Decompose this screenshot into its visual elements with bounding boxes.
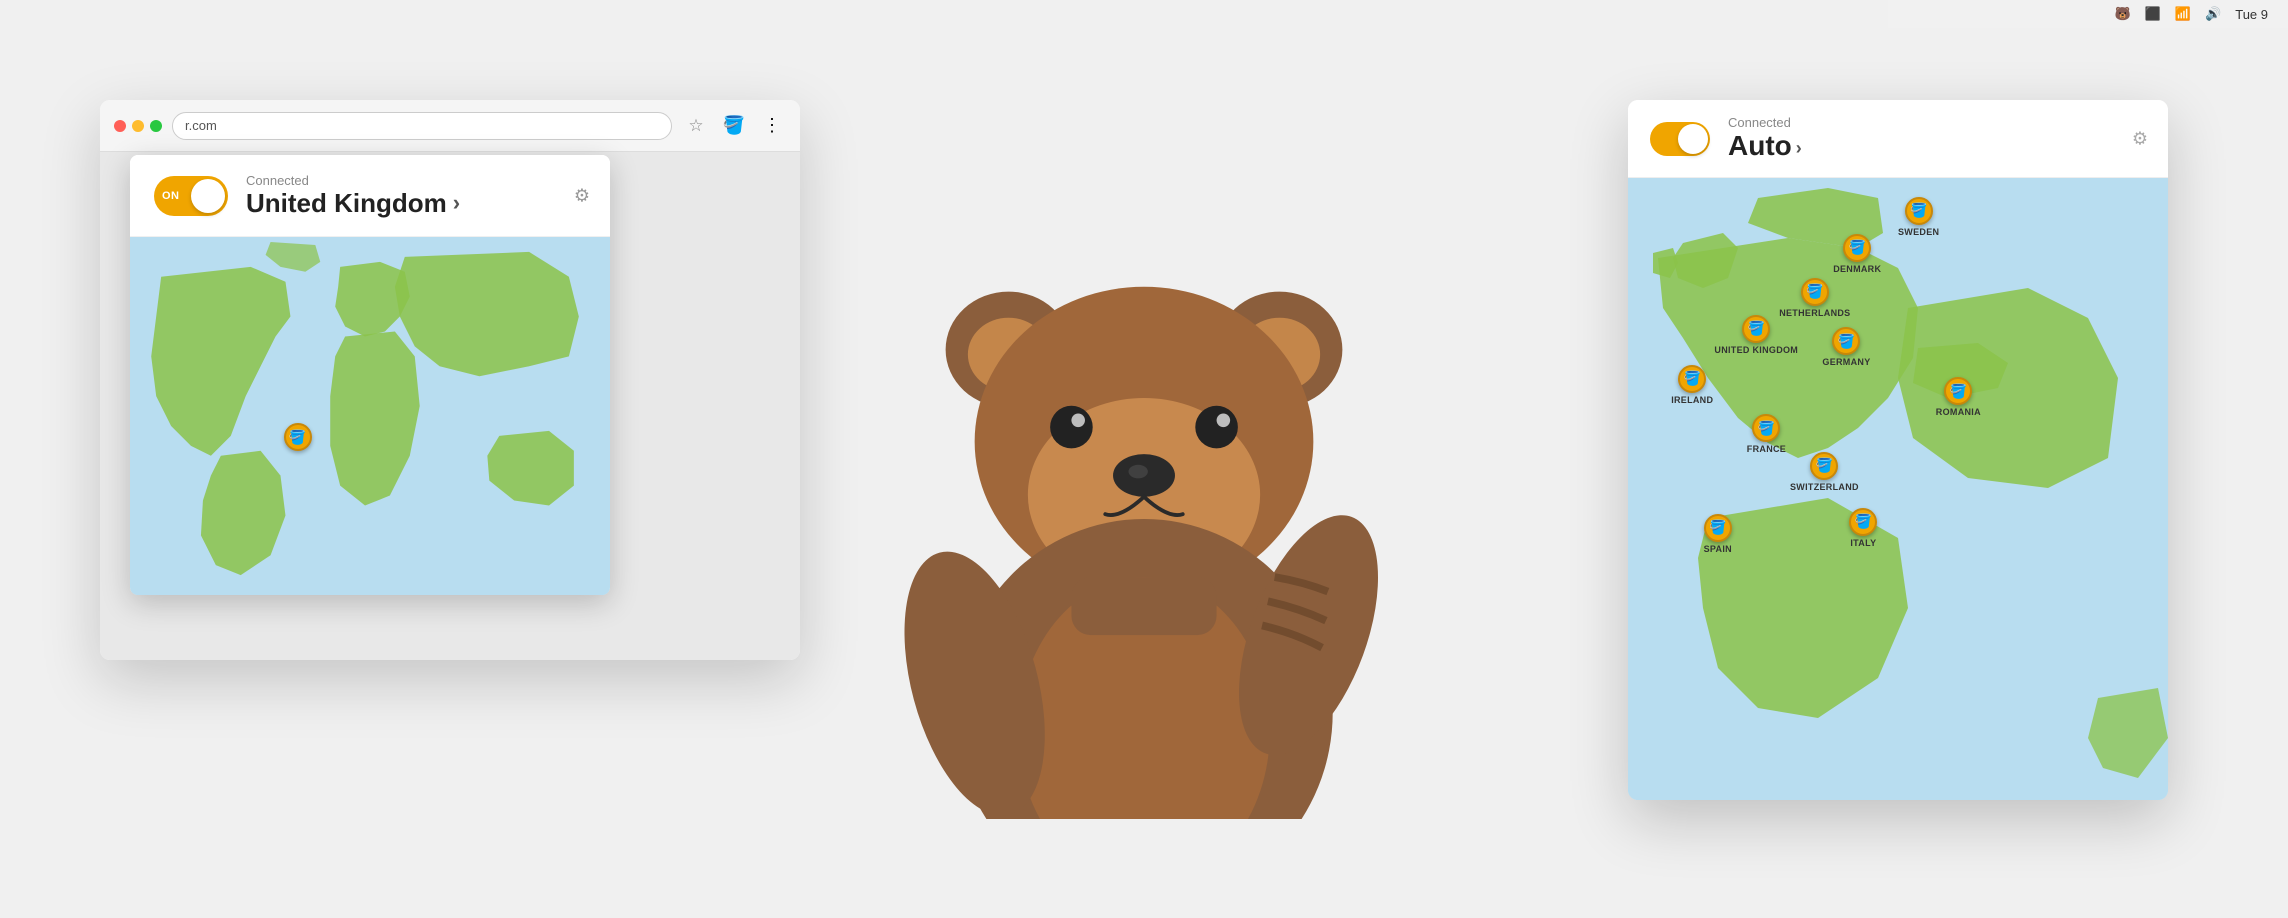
italy-pin-icon: 🪣 [1849, 508, 1877, 536]
spain-label: SPAIN [1704, 544, 1732, 554]
url-bar[interactable]: r.com [172, 112, 672, 140]
map-pin-spain: 🪣 SPAIN [1704, 514, 1732, 554]
airplay-icon: ⬛ [2145, 6, 2161, 22]
map-pin-germany: 🪣 GERMANY [1822, 327, 1870, 367]
tray-status: Connected Auto › [1728, 115, 1802, 162]
bear-illustration [894, 219, 1394, 819]
window-controls [114, 120, 162, 132]
tray-header: Connected Auto › ⚙ [1628, 100, 2168, 178]
vpn-toggle[interactable]: ON [154, 176, 228, 216]
france-pin-icon: 🪣 [1752, 414, 1780, 442]
bear-mascot [894, 219, 1394, 819]
clock: Tue 9 [2235, 7, 2268, 22]
vpn-status: Connected United Kingdom › [246, 173, 460, 219]
france-label: FRANCE [1747, 444, 1786, 454]
maximize-dot[interactable] [150, 120, 162, 132]
tray-auto-label: Auto [1728, 130, 1792, 162]
map-pin-ireland: 🪣 IRELAND [1671, 365, 1713, 405]
vpn-menubar-icon[interactable]: 🐻 [2114, 6, 2130, 22]
vpn-country-selector[interactable]: United Kingdom › [246, 188, 460, 219]
tray-toggle-knob [1678, 124, 1708, 154]
extension-icon[interactable]: 🪣 [720, 112, 748, 140]
italy-label: ITALY [1850, 538, 1876, 548]
ireland-label: IRELAND [1671, 395, 1713, 405]
toggle-knob [191, 179, 225, 213]
close-dot[interactable] [114, 120, 126, 132]
ireland-pin-icon: 🪣 [1678, 365, 1706, 393]
tray-connected-label: Connected [1728, 115, 1802, 130]
browser-toolbar: r.com ☆ 🪣 ⋮ [100, 100, 800, 152]
tray-vpn-toggle[interactable] [1650, 122, 1710, 156]
germany-pin-icon: 🪣 [1832, 327, 1860, 355]
tray-chevron: › [1796, 138, 1802, 159]
spain-pin-icon: 🪣 [1704, 514, 1732, 542]
map-pin-netherlands: 🪣 NETHERLANDS [1779, 278, 1850, 318]
denmark-label: DENMARK [1833, 264, 1881, 274]
minimize-dot[interactable] [132, 120, 144, 132]
tray-location-selector[interactable]: Auto › [1728, 130, 1802, 162]
vpn-map: 🪣 [130, 237, 610, 595]
netherlands-pin-icon: 🪣 [1801, 278, 1829, 306]
switzerland-label: SWITZERLAND [1790, 482, 1859, 492]
bookmark-button[interactable]: ☆ [682, 112, 710, 140]
map-pin-denmark: 🪣 DENMARK [1833, 234, 1881, 274]
map-pin-italy: 🪣 ITALY [1849, 508, 1877, 548]
settings-gear-icon[interactable]: ⚙ [574, 185, 590, 206]
map-pin-sweden: 🪣 SWEDEN [1898, 197, 1939, 237]
map-pin-uk: 🪣 UNITED KINGDOM [1714, 315, 1798, 355]
map-pin-france: 🪣 FRANCE [1747, 414, 1786, 454]
romania-pin-icon: 🪣 [1944, 377, 1972, 405]
germany-label: GERMANY [1822, 357, 1870, 367]
tray-popup: Connected Auto › ⚙ [1628, 100, 2168, 800]
netherlands-label: NETHERLANDS [1779, 308, 1850, 318]
uk-label: UNITED KINGDOM [1714, 345, 1798, 355]
sweden-pin-icon: 🪣 [1905, 197, 1933, 225]
volume-icon: 🔊 [2205, 6, 2221, 22]
connected-label: Connected [246, 173, 460, 188]
tray-map: 🪣 IRELAND 🪣 UNITED KINGDOM 🪣 NETHERLANDS… [1628, 178, 2168, 800]
system-menubar: 🐻 ⬛ 📶 🔊 Tue 9 [1888, 0, 2288, 28]
menu-button[interactable]: ⋮ [758, 112, 786, 140]
url-text: r.com [185, 118, 217, 133]
map-location-pin: 🪣 [284, 423, 312, 451]
switzerland-pin-icon: 🪣 [1810, 452, 1838, 480]
wifi-icon: 📶 [2175, 6, 2191, 22]
toggle-on-label: ON [162, 190, 180, 202]
denmark-pin-icon: 🪣 [1843, 234, 1871, 262]
sweden-label: SWEDEN [1898, 227, 1939, 237]
pin-icon: 🪣 [284, 423, 312, 451]
map-pin-switzerland: 🪣 SWITZERLAND [1790, 452, 1859, 492]
uk-pin-icon: 🪣 [1742, 315, 1770, 343]
tray-map-svg [1628, 178, 2168, 800]
map-pin-romania: 🪣 ROMANIA [1936, 377, 1981, 417]
vpn-popup-header: ON Connected United Kingdom › ⚙ [130, 155, 610, 237]
tray-gear-icon[interactable]: ⚙ [2132, 128, 2148, 149]
vpn-extension-popup: ON Connected United Kingdom › ⚙ [130, 155, 610, 595]
romania-label: ROMANIA [1936, 407, 1981, 417]
world-map-svg [130, 237, 610, 595]
country-name: United Kingdom [246, 188, 447, 219]
country-chevron: › [453, 190, 460, 216]
